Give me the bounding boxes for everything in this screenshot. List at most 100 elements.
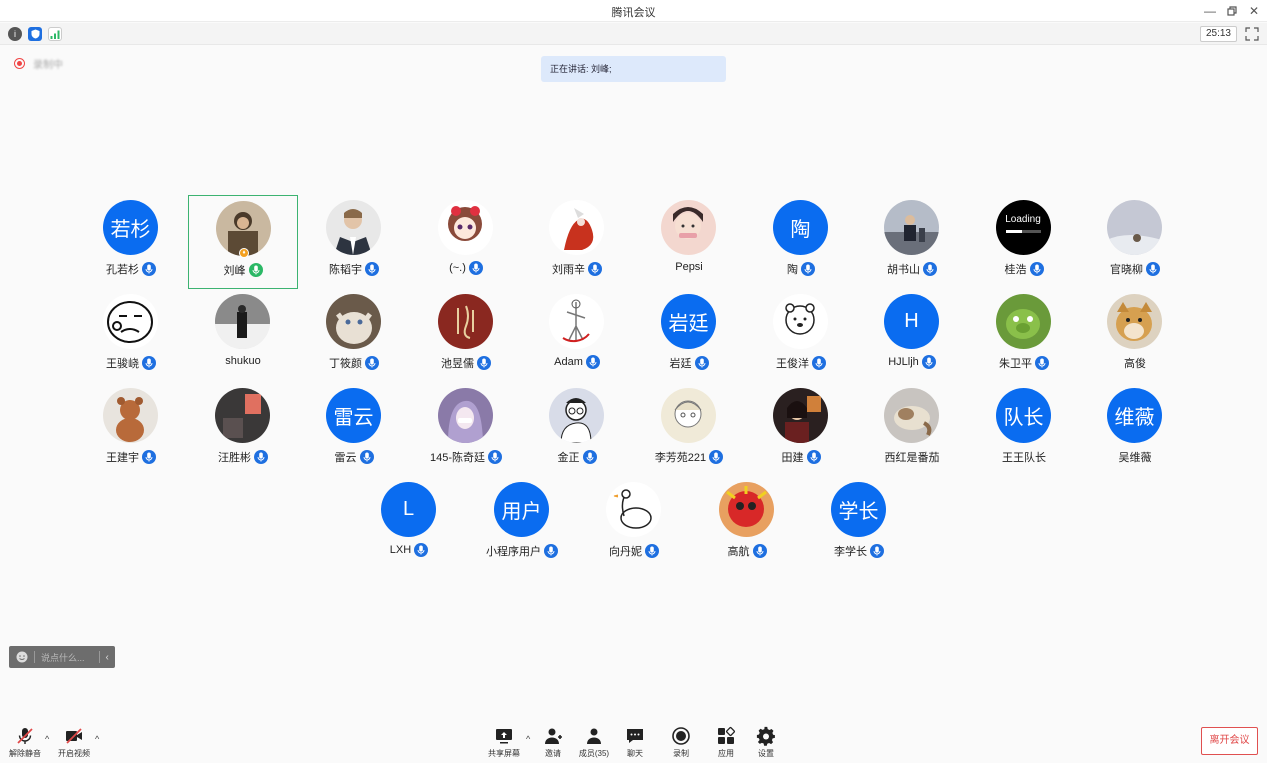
mic-icon [870, 544, 884, 558]
participant-name: 朱卫平 [999, 358, 1032, 370]
participant-tile[interactable]: 学长 李学长 [804, 477, 914, 571]
mic-icon [585, 355, 600, 369]
participant-tile[interactable]: 陈韬宇 [299, 195, 409, 289]
participant-tile[interactable]: 高航 [692, 477, 802, 571]
chat-bar[interactable]: 说点什么... ‹ [9, 646, 115, 668]
participant-tile[interactable]: 用户 小程序用户 [467, 477, 577, 571]
participant-tile[interactable]: 雷云 雷云 [299, 383, 409, 477]
participant-tile[interactable]: 陶陶 [746, 195, 856, 289]
avatar: 用户 [494, 482, 549, 537]
participant-name-row: 吴维薇 [1080, 449, 1190, 465]
mic-icon [921, 355, 936, 369]
participant-tile[interactable]: 刘雨辛 [522, 195, 632, 289]
restore-icon[interactable] [1222, 2, 1242, 20]
participant-name-row: 官晓柳 [1080, 261, 1190, 277]
participant-tile[interactable]: H HJLljh [857, 289, 967, 383]
participant-name-row: 桂浩 [969, 261, 1079, 277]
participant-tile[interactable]: shukuo [188, 289, 298, 383]
participant-name-row: 刘雨辛 [522, 261, 632, 277]
participant-tile[interactable]: 西红是番茄 [857, 383, 967, 477]
record-button[interactable]: 录制 [656, 726, 706, 759]
participant-tile[interactable]: 丁筱颜 [299, 289, 409, 383]
participant-tile[interactable]: Loading 桂浩 [969, 195, 1079, 289]
avatar: Loading [996, 200, 1051, 255]
chevron-left-icon[interactable]: ‹ [106, 652, 109, 663]
participant-name: Pepsi [675, 261, 703, 273]
members-icon [587, 728, 601, 744]
avatar [215, 388, 270, 443]
minimize-icon[interactable]: — [1200, 2, 1220, 20]
participant-name-row: 王骏峣 [76, 355, 186, 371]
participant-name-row: Pepsi [634, 261, 744, 273]
avatar [549, 200, 604, 255]
participant-tile[interactable]: 王俊洋 [746, 289, 856, 383]
members-label: 成员(35) [578, 749, 610, 758]
participant-tile[interactable]: 李芳苑221 [634, 383, 744, 477]
mic-icon [468, 261, 483, 275]
participant-name-row: 高航 [692, 543, 802, 559]
avatar [103, 388, 158, 443]
participant-name: 李学长 [834, 546, 867, 558]
participant-name: 吴维薇 [1118, 452, 1152, 464]
avatar [438, 294, 493, 349]
participant-tile[interactable]: 维薇 吴维薇 [1080, 383, 1190, 477]
chat-label: 聊天 [627, 749, 643, 758]
participant-name-row: Adam [522, 355, 632, 369]
mic-icon [1029, 262, 1044, 276]
invite-label: 邀请 [545, 749, 561, 758]
participant-name: 岩廷 [669, 358, 692, 370]
participant-tile[interactable]: Pepsi [634, 195, 744, 289]
participant-tile[interactable]: Adam [522, 289, 632, 383]
start-video-button[interactable]: 开启视频 [49, 726, 99, 759]
participant-tile[interactable]: 汪胜彬 [188, 383, 298, 477]
participant-tile[interactable]: 朱卫平 [969, 289, 1079, 383]
leave-meeting-button[interactable]: 离开会议 [1201, 727, 1258, 755]
mic-icon [488, 450, 503, 464]
emoji-icon[interactable] [16, 651, 28, 663]
participant-tile[interactable]: 池昱儒 [411, 289, 521, 383]
participant-tile[interactable]: 若杉 孔若杉 [76, 195, 186, 289]
participant-tile[interactable]: 官晓柳 [1080, 195, 1190, 289]
avatar [884, 200, 939, 255]
participant-tile[interactable]: 岩廷 岩廷 [634, 289, 744, 383]
share-screen-button[interactable]: 共享屏幕 [479, 726, 529, 759]
participant-name-row: 小程序用户 [467, 543, 577, 559]
unmute-button[interactable]: 解除静音 [0, 726, 50, 759]
participant-tile[interactable]: 王建宇 [76, 383, 186, 477]
mic-icon [582, 450, 597, 464]
info-icon[interactable]: i [8, 27, 22, 41]
chevron-up-icon[interactable]: ^ [95, 734, 99, 744]
close-icon[interactable]: ✕ [1244, 2, 1264, 20]
participant-name: 孔若杉 [106, 264, 139, 276]
mic-icon [142, 450, 156, 464]
participant-tile[interactable]: 田建 [746, 383, 856, 477]
share-screen-label: 共享屏幕 [488, 749, 520, 758]
participant-tile[interactable]: L LXH [354, 477, 464, 571]
recording-label: 录制中 [33, 60, 63, 71]
chat-input[interactable]: 说点什么... [41, 651, 85, 664]
chat-button[interactable]: 聊天 [610, 726, 660, 759]
participant-tile[interactable]: 王骏峣 [76, 289, 186, 383]
participant-name: 田建 [781, 452, 804, 464]
mic-icon [142, 356, 156, 370]
fullscreen-icon[interactable] [1245, 27, 1259, 41]
participant-name: 王王队长 [1002, 452, 1046, 464]
participant-tile[interactable]: 高俊 [1080, 289, 1190, 383]
participant-tile[interactable]: 胡书山 [857, 195, 967, 289]
participant-name-row: 胡书山 [857, 261, 967, 277]
participant-tile[interactable]: 145-陈奇廷 [411, 383, 521, 477]
participant-tile[interactable]: 队长 王王队长 [969, 383, 1079, 477]
participant-tile[interactable]: 金正 [522, 383, 632, 477]
participant-tile[interactable]: 向丹妮 [579, 477, 689, 571]
participant-name: 刘雨辛 [552, 264, 585, 276]
avatar [549, 388, 604, 443]
participant-tile[interactable]: (~.) [411, 195, 521, 289]
participant-name-row: 李学长 [804, 543, 914, 559]
participant-name-row: HJLljh [857, 355, 967, 369]
meeting-timer: 25:13 [1199, 26, 1237, 42]
participant-tile[interactable]: ♦ 刘峰 [188, 195, 298, 289]
avatar: 学长 [831, 482, 886, 537]
settings-button[interactable]: 设置 [741, 726, 791, 759]
shield-icon[interactable] [28, 27, 42, 41]
signal-icon[interactable] [48, 27, 62, 41]
